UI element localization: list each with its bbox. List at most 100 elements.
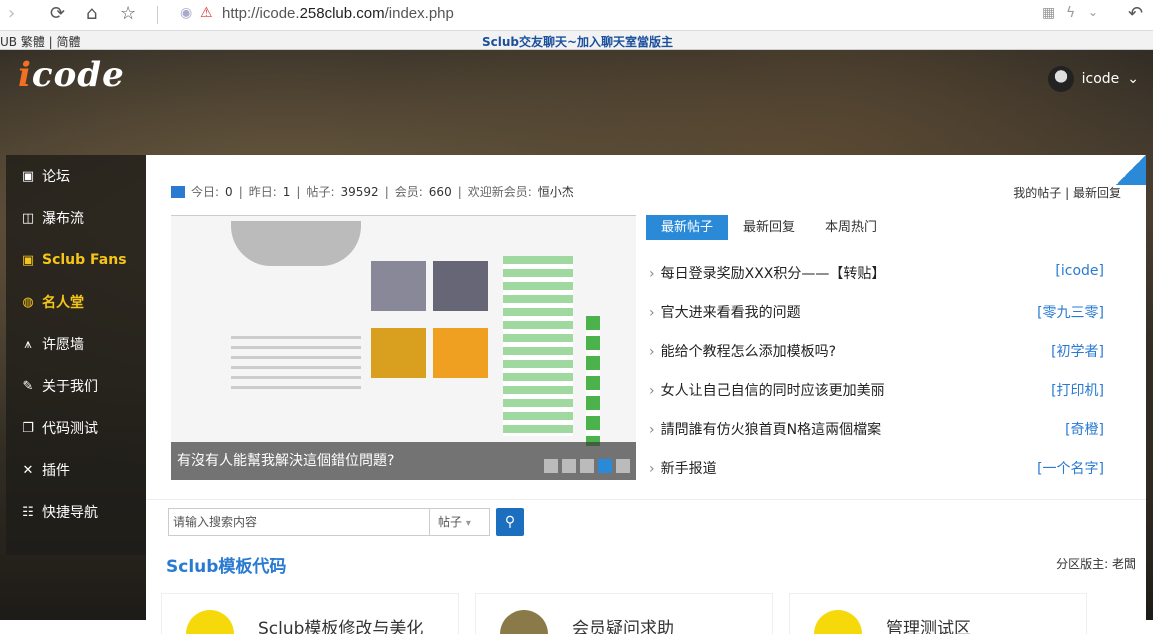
forum-badge-icon: [500, 610, 548, 634]
sidebar-item-wish-wall[interactable]: ⩚ 许愿墙: [6, 323, 146, 365]
forum-cards: Sclub模板修改与美化 会员疑问求助 管理测试区: [161, 593, 1087, 634]
sidebar-item-label: 瀑布流: [42, 211, 84, 227]
post-author[interactable]: [icode]: [1055, 263, 1104, 302]
slide-list: [503, 256, 573, 436]
search-bar: 请输入搜索内容 帖子 ▾ ⚲: [168, 508, 524, 536]
slide-dot[interactable]: [616, 459, 630, 473]
slide-dot-active[interactable]: [598, 459, 612, 473]
site-logo[interactable]: icode: [18, 55, 125, 95]
sidebar-item-waterfall[interactable]: ◫ 瀑布流: [6, 197, 146, 239]
stat-today: 0: [225, 184, 233, 199]
list-item[interactable]: 官大进来看看我的问题 [零九三零]: [649, 302, 1104, 341]
reload-icon[interactable]: ⟳: [50, 3, 65, 24]
forum-badge-icon: [186, 610, 234, 634]
chevron-down-icon: ⌄: [1127, 71, 1139, 87]
section-moderator: 分区版主: 老闆: [1056, 557, 1136, 571]
featured-slideshow[interactable]: 有沒有人能幫我解決這個錯位問題?: [171, 215, 636, 480]
search-type-select[interactable]: 帖子 ▾: [430, 508, 490, 536]
slide-thumb: [433, 261, 488, 311]
wish-icon: ⩚: [24, 336, 32, 352]
slide-dot[interactable]: [544, 459, 558, 473]
sidebar-item-label: 论坛: [42, 169, 70, 185]
forum-card[interactable]: 管理测试区: [789, 593, 1087, 634]
list-item[interactable]: 每日登录奖励XXX积分——【转贴】 [icode]: [649, 263, 1104, 302]
post-title[interactable]: 能给个教程怎么添加模板吗?: [649, 341, 836, 380]
forum-card-label[interactable]: Sclub模板修改与美化: [258, 614, 423, 634]
slide-dot[interactable]: [580, 459, 594, 473]
browser-toolbar: › ⟳ ⌂ ☆ ◉ ⚠ http://icode.258club.com/ind…: [0, 0, 1153, 31]
site-info-icon[interactable]: ◉: [180, 5, 192, 21]
post-author[interactable]: [初学者]: [1051, 341, 1104, 380]
sidebar-item-about[interactable]: ✎ 关于我们: [6, 365, 146, 407]
post-author[interactable]: [奇橙]: [1065, 419, 1104, 458]
stat-label: 帖子:: [306, 185, 335, 199]
list-item[interactable]: 新手报道 [一个名字]: [649, 458, 1104, 497]
post-title[interactable]: 新手报道: [649, 458, 717, 497]
stat-label: 今日:: [191, 185, 220, 199]
top-links: 我的帖子 | 最新回复: [1013, 186, 1121, 200]
sidebar-item-quick-nav[interactable]: ☷ 快捷导航: [6, 491, 146, 533]
my-posts-link[interactable]: 我的帖子: [1013, 186, 1061, 200]
forum-badge-icon: [814, 610, 862, 634]
forum-stats: 今日: 0 | 昨日: 1 | 帖子: 39592 | 会员: 660 | 欢迎新会员: 恒小杰: [171, 183, 574, 200]
star-icon[interactable]: ☆: [120, 3, 136, 24]
forum-card[interactable]: Sclub模板修改与美化: [161, 593, 459, 634]
latest-reply-link[interactable]: 最新回复: [1073, 186, 1121, 200]
sidebar-item-label: 名人堂: [42, 295, 84, 311]
tab-latest-replies[interactable]: 最新回复: [728, 215, 810, 240]
section-title[interactable]: Sclub模板代码: [166, 552, 286, 577]
post-title[interactable]: 請問誰有仿火狼首頁N格這兩個檔案: [649, 419, 881, 458]
lightning-icon[interactable]: ϟ: [1066, 5, 1075, 21]
sidebar-item-sclub-fans[interactable]: ▣ Sclub Fans: [6, 239, 146, 281]
list-item[interactable]: 能给个教程怎么添加模板吗? [初学者]: [649, 341, 1104, 380]
post-author[interactable]: [打印机]: [1051, 380, 1104, 419]
forum-card-label[interactable]: 会员疑问求助: [572, 614, 674, 634]
notice-text[interactable]: Sclub交友聊天~加入聊天室當版主: [482, 33, 673, 50]
language-switch[interactable]: UB 繁體 | 简體: [0, 33, 81, 50]
tab-latest-posts[interactable]: 最新帖子: [646, 215, 729, 240]
divider: [146, 499, 1146, 500]
sidebar-item-label: 代码测试: [42, 421, 98, 437]
post-author[interactable]: [零九三零]: [1037, 302, 1104, 341]
home-icon[interactable]: ⌂: [86, 3, 97, 24]
post-title[interactable]: 官大进来看看我的问题: [649, 302, 801, 341]
stat-members: 660: [428, 184, 452, 199]
sidebar-item-label: Sclub Fans: [42, 252, 127, 268]
list-item[interactable]: 女人让自己自信的同时应该更加美丽 [打印机]: [649, 380, 1104, 419]
undo-icon[interactable]: ↶: [1128, 3, 1143, 24]
sidebar-item-code-test[interactable]: ❐ 代码测试: [6, 407, 146, 449]
sidebar-item-forum[interactable]: ▣ 论坛: [6, 155, 146, 197]
search-button[interactable]: ⚲: [496, 508, 524, 536]
user-menu[interactable]: icode ⌄: [1047, 66, 1139, 92]
slide-pager: [544, 459, 630, 473]
qr-icon[interactable]: ▦: [1042, 5, 1055, 21]
caret-down-icon: ▾: [465, 518, 471, 529]
newest-member-link[interactable]: 恒小杰: [538, 183, 574, 200]
stat-label: 昨日:: [248, 185, 277, 199]
chevron-down-icon[interactable]: ⌄: [1088, 5, 1098, 19]
insecure-icon[interactable]: ⚠: [200, 5, 213, 21]
search-input[interactable]: 请输入搜索内容: [168, 508, 430, 536]
stat-posts: 39592: [340, 184, 379, 199]
tab-weekly-hot[interactable]: 本周热门: [810, 215, 892, 240]
chat-bubble-icon: ◍: [22, 294, 34, 310]
slide-thumb: [371, 261, 426, 311]
notice-bar: UB 繁體 | 简體 Sclub交友聊天~加入聊天室當版主: [0, 31, 1153, 50]
post-title[interactable]: 女人让自己自信的同时应该更加美丽: [649, 380, 885, 419]
address-bar[interactable]: http://icode.258club.com/index.php: [222, 5, 454, 22]
sidebar-item-label: 关于我们: [42, 379, 98, 395]
list-item[interactable]: 請問誰有仿火狼首頁N格這兩個檔案 [奇橙]: [649, 419, 1104, 458]
slide-dot[interactable]: [562, 459, 576, 473]
stat-yesterday: 1: [282, 184, 291, 199]
post-author[interactable]: [一个名字]: [1037, 458, 1104, 497]
post-title[interactable]: 每日登录奖励XXX积分——【转贴】: [649, 263, 886, 302]
forum-card-label[interactable]: 管理测试区: [886, 614, 971, 634]
back-icon[interactable]: ›: [8, 3, 15, 24]
sidebar-item-hall-of-fame[interactable]: ◍ 名人堂: [6, 281, 146, 323]
sidebar-nav: ▣ 论坛 ◫ 瀑布流 ▣ Sclub Fans ◍ 名人堂 ⩚ 许愿墙 ✎ 关于我们 ❐ 代码…: [6, 155, 146, 555]
sidebar-item-plugins[interactable]: ✕ 插件: [6, 449, 146, 491]
username: icode: [1081, 71, 1120, 87]
edit-icon: ✎: [22, 378, 34, 394]
forum-card[interactable]: 会员疑问求助: [475, 593, 773, 634]
slide-thumb: [371, 328, 426, 378]
